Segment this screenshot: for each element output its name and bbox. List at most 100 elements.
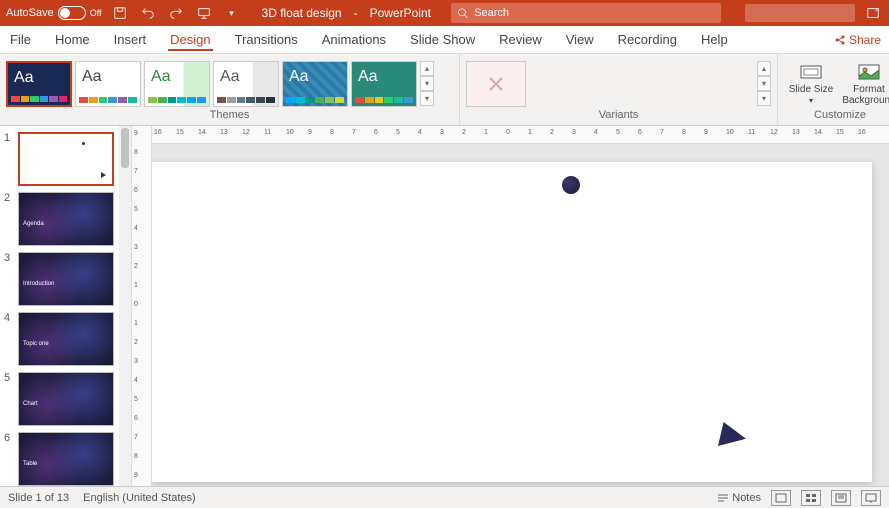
theme-thumb[interactable]: Aa [6,61,72,107]
themes-scroll-up[interactable]: ▴ [420,61,434,76]
ruler-tick: 8 [134,453,138,460]
reading-view-button[interactable] [831,490,851,506]
tab-insert[interactable]: Insert [112,28,149,51]
variants-expand[interactable]: ▾ [757,91,771,106]
sorter-view-button[interactable] [801,490,821,506]
ruler-tick: 5 [134,206,138,213]
slide-thumbnail-panel[interactable]: 12Agenda3Introduction4Topic one5Chart6Ta… [0,126,132,486]
ruler-tick: 7 [134,168,138,175]
tab-home[interactable]: Home [53,28,92,51]
slide-number: 6 [4,432,14,486]
tab-file[interactable]: File [8,28,33,51]
ribbon-display-button[interactable] [863,3,883,23]
shape-circle[interactable] [562,176,580,194]
slide-item[interactable]: 1 [0,126,131,186]
ruler-tick: 8 [682,129,686,136]
theme-thumb[interactable]: Aa [75,61,141,107]
ruler-tick: 7 [134,434,138,441]
ruler-tick: 6 [374,129,378,136]
format-background-button[interactable]: Format Background [842,62,889,106]
share-button[interactable]: Share [834,33,881,47]
search-input[interactable] [474,7,715,19]
themes-scroll-down[interactable]: ▾ [420,76,434,91]
slide-title-label: Chart [23,401,38,407]
slide-thumbnail[interactable]: Topic one [18,312,114,366]
variants-scroll-up[interactable]: ▴ [757,61,771,76]
theme-aa-label: Aa [358,68,378,86]
slide-item[interactable]: 5Chart [0,366,131,426]
ruler-tick: 13 [220,129,228,136]
language-indicator[interactable]: English (United States) [83,492,196,504]
slide-thumbnail[interactable]: Introduction [18,252,114,306]
undo-button[interactable] [138,3,158,23]
normal-view-button[interactable] [771,490,791,506]
qat-dropdown-icon[interactable]: ▾ [222,3,242,23]
document-title: 3D float design [262,6,342,20]
ruler-tick: 10 [286,129,294,136]
ruler-tick: 2 [462,129,466,136]
save-button[interactable] [110,3,130,23]
theme-thumb[interactable]: Aa [282,61,348,107]
notes-button[interactable]: Notes [717,492,761,504]
variant-thumb[interactable] [466,61,526,107]
slide-thumbnail[interactable]: Table [18,432,114,486]
share-label: Share [849,33,881,47]
theme-aa-label: Aa [151,68,171,86]
slide-size-button[interactable]: Slide Size ▾ [784,62,838,106]
slide-item[interactable]: 3 Introduction [0,246,131,306]
search-box[interactable] [451,3,721,23]
slide-thumbnail[interactable]: Chart [18,372,114,426]
ruler-tick: 9 [308,129,312,136]
theme-swatch [148,97,206,103]
tab-review[interactable]: Review [497,28,544,51]
theme-thumb[interactable]: Aa [144,61,210,107]
vertical-ruler: 9876543210123456789 [132,126,152,486]
theme-thumb[interactable]: Aa [213,61,279,107]
slide-title-label: Topic one [23,341,49,347]
ruler-tick: 4 [134,377,138,384]
themes-expand[interactable]: ▾ [420,91,434,106]
slide-number: 4 [4,312,14,366]
tab-help[interactable]: Help [699,28,730,51]
ruler-tick: 1 [484,129,488,136]
tab-transitions[interactable]: Transitions [233,28,300,51]
autosave-toggle[interactable]: AutoSave Off [6,6,102,20]
tab-recording[interactable]: Recording [616,28,679,51]
theme-swatch [355,97,413,103]
horizontal-ruler: 1615141312111098765432101234567891011121… [152,126,889,144]
ruler-tick: 3 [134,244,138,251]
account-area[interactable] [745,4,855,22]
slide-counter[interactable]: Slide 1 of 13 [8,492,69,504]
slide-item[interactable]: 6Table [0,426,131,486]
thumbnail-scrollbar[interactable] [119,126,131,486]
ruler-tick: 0 [506,129,510,136]
ruler-tick: 9 [704,129,708,136]
slide-title-label: Introduction [23,281,54,287]
ruler-tick: 6 [134,415,138,422]
group-customize: Slide Size ▾ Format Background Customize [778,54,889,125]
ruler-tick: 10 [726,129,734,136]
slide-item[interactable]: 4 Topic one [0,306,131,366]
redo-button[interactable] [166,3,186,23]
ruler-tick: 9 [134,130,138,137]
canvas-area[interactable] [152,144,889,486]
variants-scroll-down[interactable]: ▾ [757,76,771,91]
ruler-tick: 2 [550,129,554,136]
app-name: PowerPoint [370,6,431,20]
theme-thumb[interactable]: Aa [351,61,417,107]
slide-thumbnail[interactable] [18,132,114,186]
shape-triangle[interactable] [718,422,746,446]
theme-aa-label: Aa [289,68,309,86]
close-icon [486,74,506,94]
title-bar: AutoSave Off ▾ 3D float design - PowerPo… [0,0,889,26]
tab-view[interactable]: View [564,28,596,51]
slide-thumbnail[interactable]: Agenda [18,192,114,246]
slide-number: 3 [4,252,14,306]
slide-item[interactable]: 2Agenda [0,186,131,246]
slide-canvas[interactable] [152,162,872,482]
tab-slideshow[interactable]: Slide Show [408,28,477,51]
tab-design[interactable]: Design [168,28,212,51]
slideshow-view-button[interactable] [861,490,881,506]
tab-animations[interactable]: Animations [320,28,388,51]
present-button[interactable] [194,3,214,23]
